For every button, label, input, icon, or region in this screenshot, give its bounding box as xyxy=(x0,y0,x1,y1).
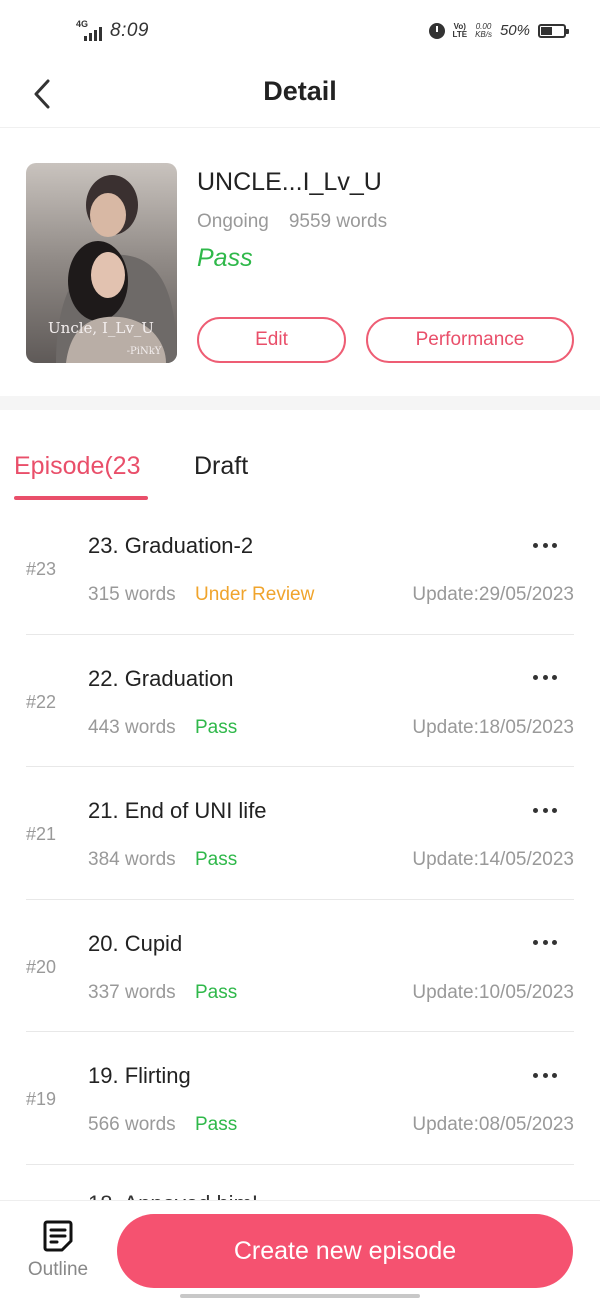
book-meta: Ongoing 9559 words xyxy=(197,211,387,233)
episode-update-date: Update:08/05/2023 xyxy=(412,1114,574,1135)
more-horizontal-icon[interactable] xyxy=(530,530,560,560)
status-bar: 4G 8:09 Vo) LTE 0.00 KB/s 50% xyxy=(0,0,600,62)
more-horizontal-icon[interactable] xyxy=(530,928,560,958)
page-title: Detail xyxy=(263,76,337,106)
tab-episodes[interactable]: Episode(23 xyxy=(14,452,140,481)
more-horizontal-icon[interactable] xyxy=(530,795,560,825)
volte-indicator: Vo) LTE xyxy=(452,21,468,39)
bottom-bar: Outline Create new episode xyxy=(0,1200,600,1300)
episode-words: 443 words xyxy=(88,716,176,738)
book-info: Uncle, I_Lv_U -PiNkY UNCLE...I_Lv_U Ongo… xyxy=(0,128,600,396)
episode-status: Pass xyxy=(195,1114,238,1135)
book-word-count: 9559 words xyxy=(288,211,388,232)
episode-number: #23 xyxy=(26,559,57,579)
status-left: 4G 8:09 xyxy=(76,19,149,42)
episode-words: 315 words xyxy=(88,584,176,605)
app-header: Detail xyxy=(0,62,600,128)
battery-percent: 50% xyxy=(499,22,530,39)
list-item[interactable]: #22 22. Graduation 443 words Pass Update… xyxy=(0,635,600,767)
episode-number: #20 xyxy=(26,956,57,977)
section-divider xyxy=(0,396,600,410)
episode-title: 20. Cupid xyxy=(88,930,183,956)
alarm-icon xyxy=(428,22,445,39)
episode-number: #19 xyxy=(26,1089,57,1109)
book-cover[interactable]: Uncle, I_Lv_U -PiNkY xyxy=(26,163,177,363)
cover-image: Uncle, I_Lv_U -PiNkY xyxy=(26,163,177,363)
episode-update-date: Update:18/05/2023 xyxy=(412,716,574,738)
episode-status: Pass xyxy=(195,716,238,738)
status-time: 8:09 xyxy=(110,20,149,41)
active-tab-indicator xyxy=(14,496,148,500)
episode-list: #23 23. Graduation-2 315 words Under Rev… xyxy=(0,502,600,1200)
list-item[interactable]: #23 23. Graduation-2 315 words Under Rev… xyxy=(0,502,600,635)
battery-icon xyxy=(538,23,569,38)
edit-button[interactable]: Edit xyxy=(197,317,346,363)
episode-title: 18. Annoyed him! xyxy=(88,1191,258,1201)
list-item[interactable]: #21 21. End of UNI life 384 words Pass U… xyxy=(0,767,600,900)
signal-icon: 4G xyxy=(76,19,104,41)
cover-title-text: Uncle, I_Lv_U xyxy=(48,319,154,337)
tab-draft[interactable]: Draft xyxy=(194,452,248,481)
list-item-partial[interactable]: 18. Annoyed him! xyxy=(0,1165,600,1201)
episode-status: Pass xyxy=(195,981,238,1003)
tab-bar: Episode(23 Draft xyxy=(0,440,600,502)
more-horizontal-icon[interactable] xyxy=(530,1060,560,1090)
outline-button[interactable]: Outline xyxy=(18,1215,98,1287)
cover-author-text: -PiNkY xyxy=(127,346,162,357)
list-item[interactable]: #20 20. Cupid 337 words Pass Update:10/0… xyxy=(0,900,600,1032)
episode-words: 566 words xyxy=(88,1114,176,1135)
book-state: Ongoing xyxy=(197,211,269,232)
net-speed: 0.00 KB/s xyxy=(475,21,492,39)
episode-number: #21 xyxy=(26,824,57,844)
performance-button[interactable]: Performance xyxy=(366,317,574,363)
episode-status: Pass xyxy=(195,849,238,870)
episode-words: 337 words xyxy=(88,981,176,1003)
episode-number: #22 xyxy=(26,691,57,712)
episode-title: 22. Graduation xyxy=(88,665,234,691)
episode-title: 21. End of UNI life xyxy=(88,798,267,823)
episode-update-date: Update:29/05/2023 xyxy=(412,584,574,605)
create-episode-button[interactable]: Create new episode xyxy=(117,1214,573,1288)
home-indicator[interactable] xyxy=(180,1294,420,1298)
episode-title: 23. Graduation-2 xyxy=(88,533,254,558)
more-horizontal-icon[interactable] xyxy=(530,663,560,693)
episode-status: Under Review xyxy=(195,584,315,605)
outline-label: Outline xyxy=(27,1259,89,1280)
episode-title: 19. Flirting xyxy=(88,1063,191,1088)
episode-words: 384 words xyxy=(88,849,176,870)
status-right: Vo) LTE 0.00 KB/s 50% xyxy=(428,21,569,39)
list-item[interactable]: #19 19. Flirting 566 words Pass Update:0… xyxy=(0,1032,600,1165)
book-title: UNCLE...I_Lv_U xyxy=(197,168,382,196)
book-review-status: Pass xyxy=(197,244,253,272)
episode-update-date: Update:10/05/2023 xyxy=(412,981,574,1003)
outline-document-icon xyxy=(43,1220,73,1252)
episode-update-date: Update:14/05/2023 xyxy=(412,849,574,870)
